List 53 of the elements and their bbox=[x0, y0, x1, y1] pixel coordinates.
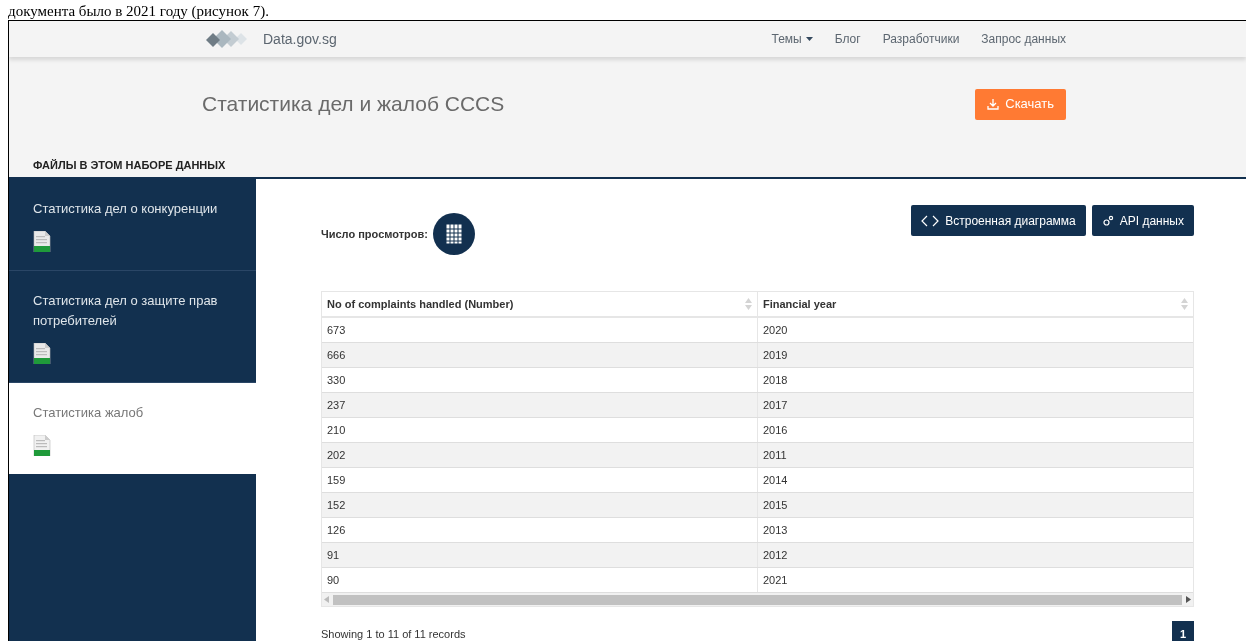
table-cell: 2021 bbox=[757, 568, 1193, 592]
table-cell: 2018 bbox=[757, 368, 1193, 392]
table-cell-text: 126 bbox=[326, 522, 347, 538]
sort-icon bbox=[1181, 298, 1188, 310]
embed-chart-button[interactable]: Встроенная диаграмма bbox=[911, 205, 1086, 236]
caret-icon bbox=[805, 37, 813, 41]
nav-link[interactable]: Запрос данных bbox=[981, 30, 1066, 48]
nav-link[interactable]: Блог bbox=[834, 30, 861, 48]
table-cell-text: 673 bbox=[326, 322, 347, 338]
table-cell-text: 210 bbox=[326, 422, 347, 438]
table-cell-text: 330 bbox=[326, 372, 347, 388]
csv-file-icon bbox=[33, 435, 51, 456]
page-button[interactable]: 1 bbox=[1172, 621, 1194, 641]
gears-icon bbox=[1101, 214, 1114, 227]
file-name: Статистика дел о конкуренции bbox=[33, 200, 219, 218]
table-cell-text: 90 bbox=[326, 572, 341, 588]
api-button[interactable]: API данных bbox=[1091, 205, 1194, 236]
code-icon bbox=[921, 214, 940, 227]
table-view-icon[interactable] bbox=[433, 213, 475, 255]
table-cell: 2013 bbox=[757, 518, 1193, 542]
records-info: Showing 1 to 11 of 11 records bbox=[321, 626, 466, 641]
table-cell-text: 91 bbox=[326, 547, 341, 563]
table-cell-text: 202 bbox=[326, 447, 347, 463]
sort-icon bbox=[745, 298, 752, 310]
table-cell: 2011 bbox=[757, 443, 1193, 467]
files-heading: ФАЙЛЫ В ЭТОМ НАБОРЕ ДАННЫХ bbox=[33, 158, 227, 173]
table-cell: 2014 bbox=[757, 468, 1193, 492]
column-header[interactable]: Financial year bbox=[757, 292, 1193, 316]
csv-file-icon bbox=[33, 231, 51, 252]
table-cell: 2019 bbox=[757, 343, 1193, 367]
table-cell: 2012 bbox=[757, 543, 1193, 567]
nav-link[interactable]: Разработчики bbox=[882, 30, 960, 48]
sidebar-item[interactable]: Статистика жалоб bbox=[9, 383, 256, 474]
csv-file-icon bbox=[33, 343, 51, 364]
table-cell-text: 237 bbox=[326, 397, 347, 413]
dataset-title: Статистика дел и жалоб CCCS bbox=[202, 91, 505, 118]
horizontal-scrollbar[interactable] bbox=[322, 593, 1193, 606]
column-header[interactable]: No of complaints handled (Number) bbox=[322, 292, 757, 316]
table-cell-text: 666 bbox=[326, 347, 347, 363]
scroll-right-icon[interactable] bbox=[1185, 596, 1191, 603]
document-caption: документа было в 2021 году (рисунок 7). bbox=[8, 2, 269, 20]
views-label: Число просмотров: bbox=[321, 226, 428, 242]
table-cell-text: 152 bbox=[326, 497, 347, 513]
table-cell: 2015 bbox=[757, 493, 1193, 517]
table-cell: 2016 bbox=[757, 418, 1193, 442]
file-name: Статистика жалоб bbox=[33, 404, 145, 422]
table-cell: 2020 bbox=[757, 318, 1193, 342]
nav-link[interactable]: Темы bbox=[771, 30, 813, 48]
table-cell: 2017 bbox=[757, 393, 1193, 417]
brand-name[interactable]: Data.gov.sg bbox=[263, 28, 337, 50]
download-icon bbox=[987, 98, 1000, 110]
file-name: Статистика дел о защите прав потребителей bbox=[33, 292, 219, 330]
table-cell-text: 159 bbox=[326, 472, 347, 488]
